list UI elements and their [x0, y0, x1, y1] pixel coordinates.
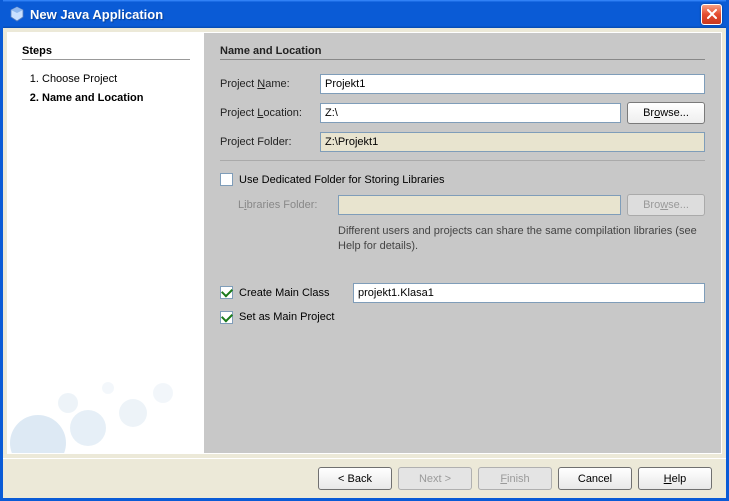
titlebar: New Java Application	[3, 0, 726, 28]
project-name-input[interactable]	[320, 74, 705, 94]
dedicated-folder-row: Use Dedicated Folder for Storing Librari…	[220, 173, 705, 186]
step-item: Choose Project	[42, 70, 190, 89]
window-title: New Java Application	[30, 7, 701, 22]
create-main-class-checkbox[interactable]	[220, 286, 233, 299]
next-button: Next >	[398, 467, 472, 490]
project-location-input[interactable]	[320, 103, 621, 123]
set-main-project-row: Set as Main Project	[220, 311, 705, 324]
content-heading: Name and Location	[220, 45, 705, 57]
project-name-label: Project Name:	[220, 78, 320, 90]
project-name-row: Project Name:	[220, 74, 705, 94]
close-button[interactable]	[701, 4, 722, 25]
dialog-body: Steps Choose Project Name and Location N…	[3, 28, 726, 498]
button-bar: < Back Next > Finish Cancel Help	[3, 458, 726, 498]
steps-sidebar: Steps Choose Project Name and Location	[8, 33, 204, 453]
libraries-help-text: Different users and projects can share t…	[338, 224, 705, 255]
help-button[interactable]: Help	[638, 467, 712, 490]
set-main-project-checkbox[interactable]	[220, 311, 233, 324]
steps-heading: Steps	[22, 45, 190, 57]
main-class-input[interactable]	[353, 283, 705, 303]
finish-button: Finish	[478, 467, 552, 490]
libraries-folder-input	[338, 195, 621, 215]
project-location-row: Project Location: Browse...	[220, 102, 705, 124]
project-location-label: Project Location:	[220, 107, 320, 119]
project-folder-label: Project Folder:	[220, 136, 320, 148]
app-icon	[9, 6, 25, 22]
wizard-window: New Java Application Steps Choose Projec…	[0, 0, 729, 501]
project-folder-input	[320, 132, 705, 152]
close-icon	[707, 9, 717, 19]
main-area: Steps Choose Project Name and Location N…	[7, 32, 722, 454]
sidebar-decoration	[8, 343, 204, 453]
dedicated-folder-checkbox[interactable]	[220, 173, 233, 186]
dedicated-folder-label: Use Dedicated Folder for Storing Librari…	[239, 174, 444, 186]
cancel-button[interactable]: Cancel	[558, 467, 632, 490]
create-main-class-label: Create Main Class	[239, 287, 353, 299]
libraries-folder-row: Libraries Folder: Browse...	[238, 194, 705, 216]
set-main-project-label: Set as Main Project	[239, 311, 334, 323]
browse-libraries-button: Browse...	[627, 194, 705, 216]
back-button[interactable]: < Back	[318, 467, 392, 490]
step-item: Name and Location	[42, 89, 190, 108]
browse-location-button[interactable]: Browse...	[627, 102, 705, 124]
create-main-class-row: Create Main Class	[220, 283, 705, 303]
libraries-folder-label: Libraries Folder:	[238, 199, 338, 211]
steps-list: Choose Project Name and Location	[22, 70, 190, 107]
sidebar-divider	[22, 59, 190, 60]
content-panel: Name and Location Project Name: Project …	[204, 33, 721, 453]
project-folder-row: Project Folder:	[220, 132, 705, 152]
content-divider	[220, 59, 705, 60]
section-divider-1	[220, 160, 705, 161]
